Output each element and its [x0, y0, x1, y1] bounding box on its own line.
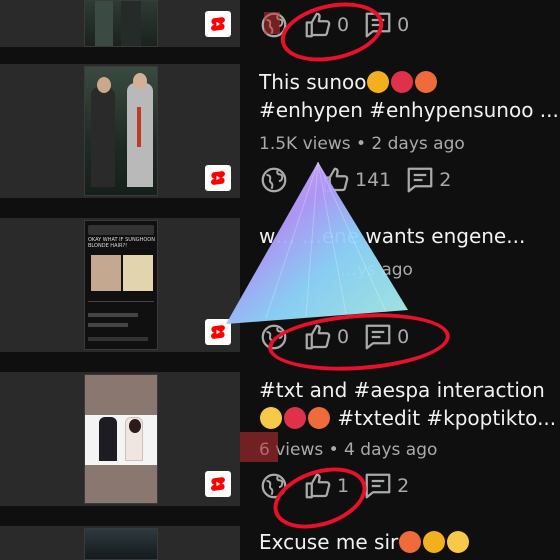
annotation-red-block: [264, 12, 280, 34]
youtube-shorts-icon: [211, 17, 225, 31]
video-meta: 6 views • 4 days ago: [259, 440, 438, 460]
globe-share-icon: [261, 324, 287, 350]
thumbnail-caption: OKAY WHAT IF SUNGHOON BLONDE HAIR?!: [88, 237, 155, 249]
video-meta: 1.5K views • 2 days ago: [259, 134, 465, 154]
video-title[interactable]: This sunoo: [259, 68, 559, 97]
like-action[interactable]: 0: [303, 10, 349, 40]
video-thumbnail[interactable]: [84, 66, 158, 196]
comment-count: 0: [397, 326, 410, 348]
shorts-badge: [205, 471, 231, 497]
comment-icon: [365, 324, 391, 350]
video-actions: 0 0: [259, 8, 423, 42]
hot-face-emoji-icon: [308, 407, 330, 429]
video-title-line2[interactable]: #enhypen #enhypensunoo ...: [259, 96, 559, 125]
heart-on-fire-emoji-icon: [284, 407, 306, 429]
like-count: 0: [337, 14, 350, 36]
comment-action[interactable]: 0: [363, 322, 409, 352]
video-title-text: Excuse me sir: [259, 530, 399, 554]
hot-face-emoji-icon: [399, 531, 422, 553]
share-action[interactable]: [259, 471, 289, 501]
list-item[interactable]: Excuse me sir: [0, 526, 560, 560]
comment-count: 2: [397, 475, 410, 497]
video-actions: 1 2: [259, 469, 423, 503]
pinched-fingers-emoji-icon: [423, 531, 446, 553]
like-action[interactable]: 1: [303, 471, 349, 501]
list-item[interactable]: OKAY WHAT IF SUNGHOON BLONDE HAIR?! w… ……: [0, 218, 560, 368]
like-count: 0: [337, 326, 350, 348]
list-item[interactable]: 0 0: [0, 0, 560, 60]
youtube-shorts-icon: [211, 171, 225, 185]
list-item[interactable]: #txt and #aespa interaction #txtedit #kp…: [0, 372, 560, 522]
globe-share-icon: [261, 167, 287, 193]
video-title-hashtags: #txtedit #kpoptikto...: [337, 406, 557, 430]
like-count: 1: [337, 475, 350, 497]
video-title[interactable]: Excuse me sir: [259, 528, 559, 557]
comment-count: 2: [439, 169, 452, 191]
thumbs-up-icon: [305, 324, 331, 350]
like-count: 141: [355, 169, 392, 191]
comment-action[interactable]: 0: [363, 10, 409, 40]
like-action[interactable]: 0: [303, 322, 349, 352]
video-thumbnail[interactable]: OKAY WHAT IF SUNGHOON BLONDE HAIR?!: [84, 220, 158, 350]
video-title[interactable]: w… …ene wants engene...: [259, 222, 559, 251]
video-list: 0 0 This sunoo #enhypen #enhypensunoo ..…: [0, 0, 560, 560]
thumbs-up-icon: [305, 12, 331, 38]
smiling-face-emoji-icon: [260, 407, 282, 429]
video-actions: 0 0: [259, 320, 423, 354]
video-title-line1: This sunoo: [259, 70, 367, 94]
heart-on-fire-emoji-icon: [391, 71, 414, 93]
video-thumbnail[interactable]: [84, 0, 158, 47]
like-action[interactable]: 141: [321, 165, 391, 195]
comment-action[interactable]: 2: [405, 165, 451, 195]
youtube-shorts-icon: [211, 325, 225, 339]
thumbs-up-icon: [323, 167, 349, 193]
comment-icon: [407, 167, 433, 193]
video-title[interactable]: #txt and #aespa interaction: [259, 376, 559, 405]
annotation-red-block: [240, 432, 278, 462]
smiling-face-emoji-icon: [447, 531, 470, 553]
share-action[interactable]: [259, 165, 289, 195]
list-item[interactable]: This sunoo #enhypen #enhypensunoo ... 1.…: [0, 64, 560, 214]
video-title-line2[interactable]: #txtedit #kpoptikto...: [259, 404, 559, 433]
comment-icon: [365, 12, 391, 38]
shorts-badge: [205, 165, 231, 191]
video-actions: 141 2: [259, 163, 465, 197]
shorts-badge: [205, 319, 231, 345]
pinched-fingers-emoji-icon: [367, 71, 390, 93]
video-meta: …ys ago: [340, 260, 413, 280]
comment-action[interactable]: 2: [363, 471, 409, 501]
shorts-badge: [205, 11, 231, 37]
share-action[interactable]: [259, 322, 289, 352]
comment-count: 0: [397, 14, 410, 36]
globe-share-icon: [261, 473, 287, 499]
hot-face-emoji-icon: [415, 71, 438, 93]
thumbs-up-icon: [305, 473, 331, 499]
video-thumbnail[interactable]: [84, 374, 158, 504]
comment-icon: [365, 473, 391, 499]
youtube-shorts-icon: [211, 477, 225, 491]
video-thumbnail[interactable]: [84, 528, 158, 560]
